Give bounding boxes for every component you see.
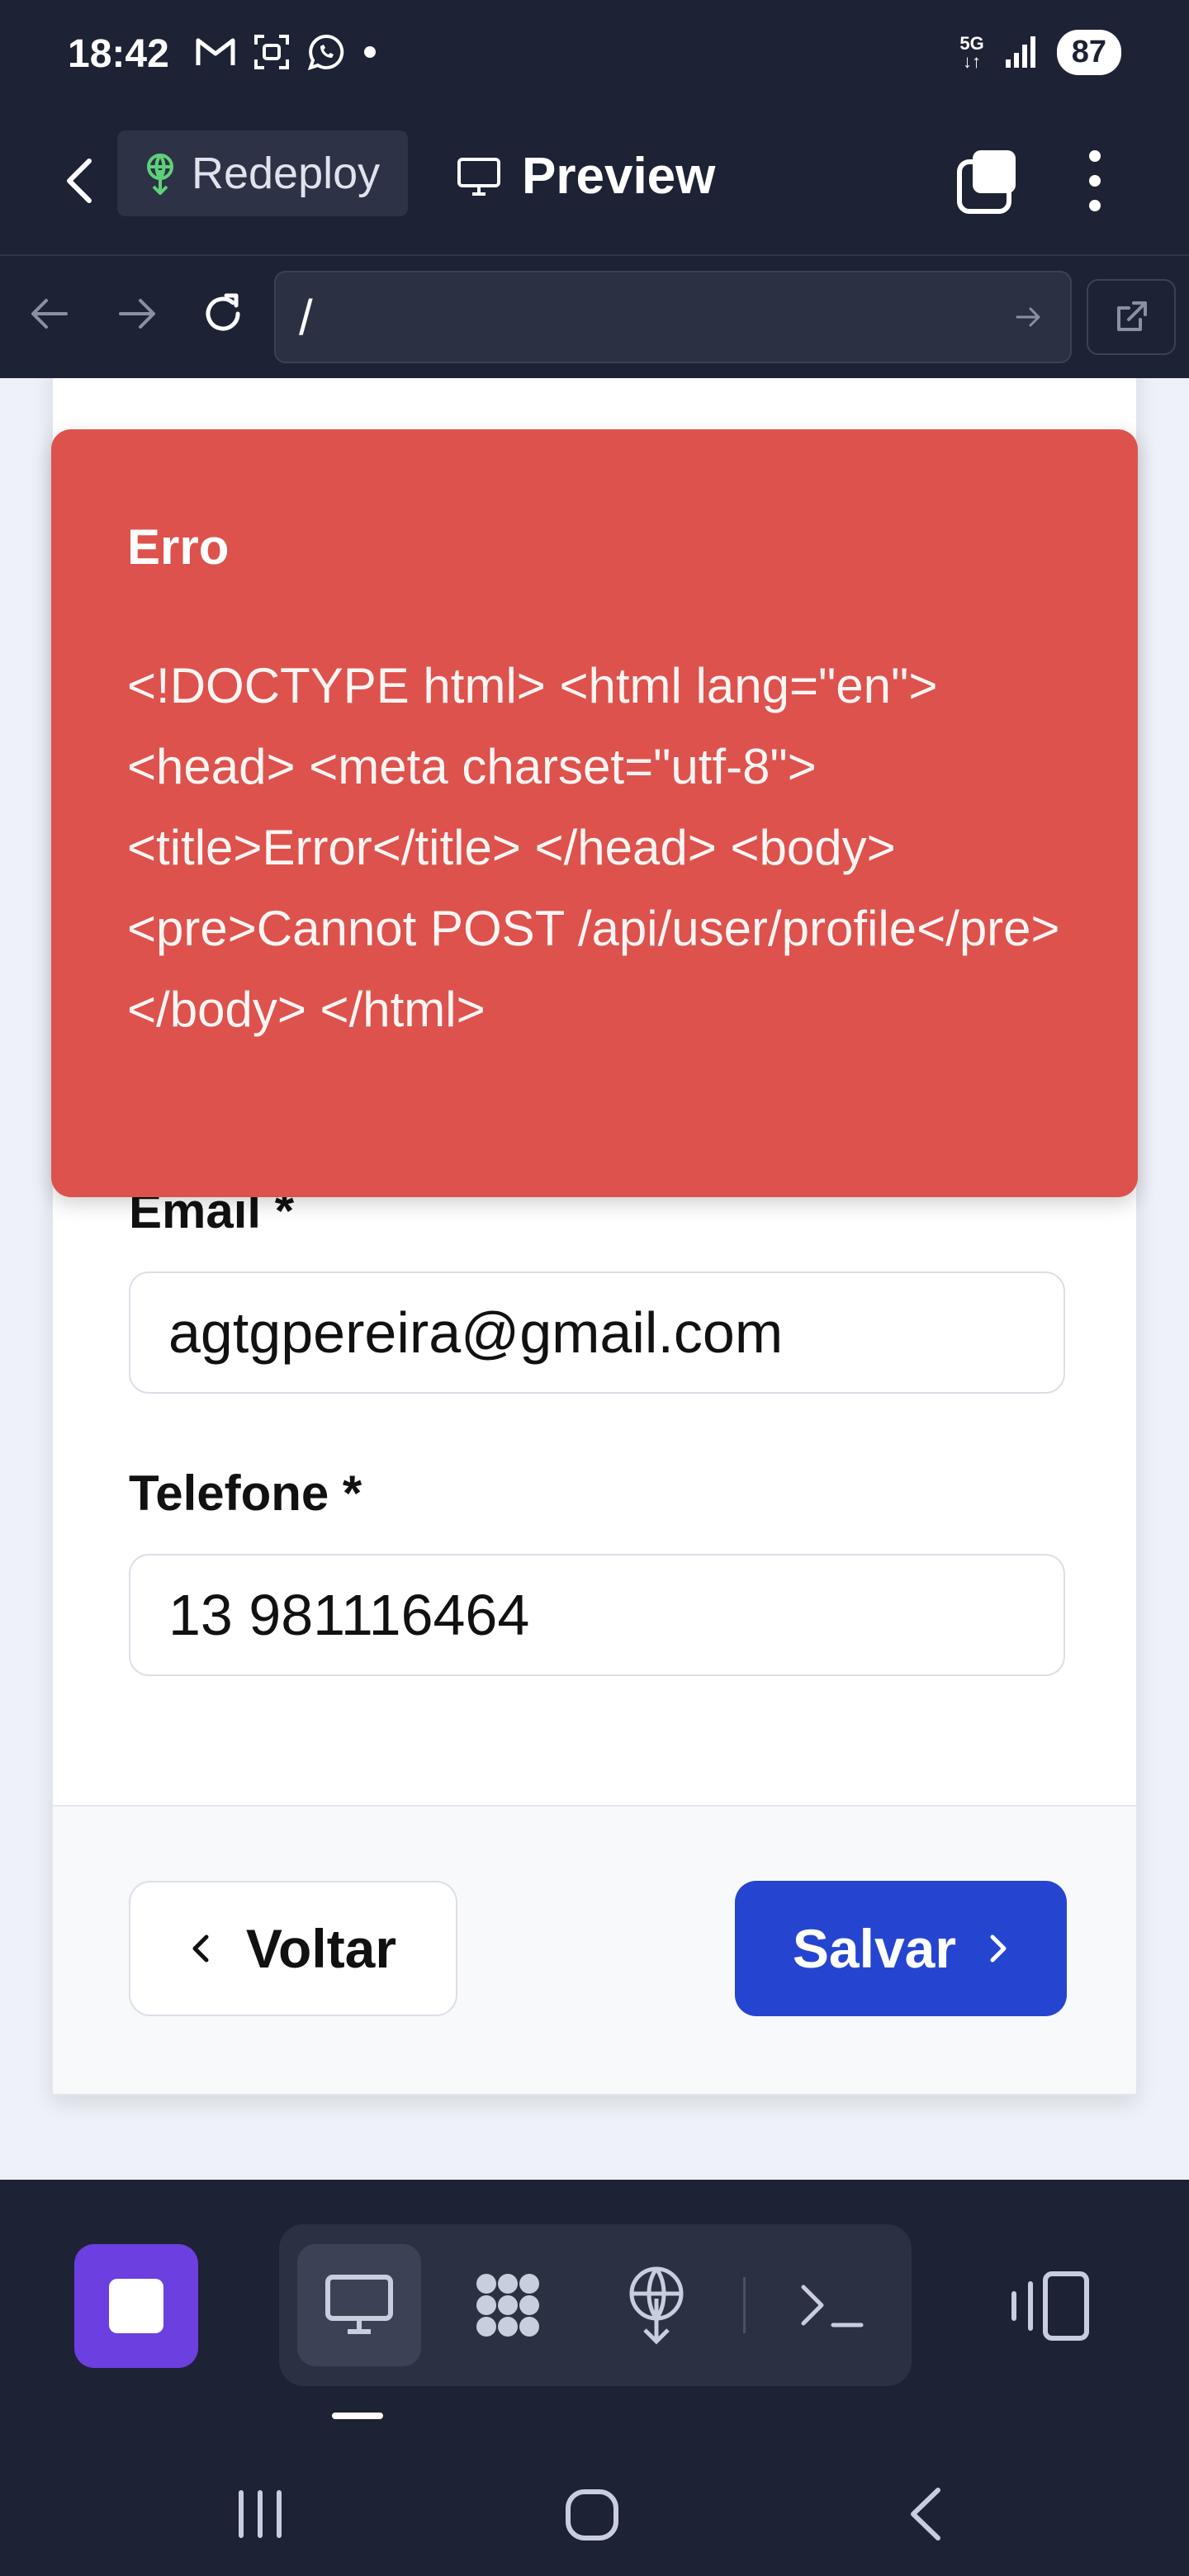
tab-deployments[interactable] — [594, 2244, 718, 2366]
status-bar: 18:42 5G ↓↑ 87 — [0, 0, 1189, 111]
recent-apps-icon — [239, 2490, 282, 2538]
5g-icon: 5G ↓↑ — [959, 32, 984, 72]
chevron-left-icon — [192, 1934, 209, 1963]
go-arrow-icon[interactable] — [1012, 301, 1045, 334]
phone-field[interactable]: 13 981116464 — [129, 1554, 1065, 1676]
devices-icon — [1011, 2271, 1089, 2341]
external-link-icon — [1117, 301, 1147, 331]
whatsapp-icon — [307, 34, 344, 71]
page-title: Preview — [456, 147, 715, 206]
cluster-icon — [476, 2274, 539, 2337]
devices-button[interactable] — [1004, 2269, 1095, 2343]
bottom-toolbar — [0, 2180, 1189, 2444]
monitor-icon — [457, 157, 500, 196]
open-external-button[interactable] — [1087, 279, 1176, 355]
network-type: 5G — [959, 32, 984, 54]
battery-icon: 87 — [1056, 30, 1121, 75]
home-button[interactable] — [555, 2477, 629, 2551]
tabs-icon — [957, 150, 1016, 214]
page-title-text: Preview — [522, 148, 716, 205]
redeploy-button[interactable]: Redeploy — [117, 130, 408, 216]
chevron-right-icon — [990, 1934, 1007, 1963]
gmail-icon — [196, 38, 235, 65]
stop-icon — [109, 2279, 163, 2333]
tab-preview[interactable] — [297, 2244, 421, 2366]
kebab-dot — [1089, 175, 1101, 187]
active-tab-indicator — [332, 2413, 383, 2419]
status-time: 18:42 — [68, 32, 169, 76]
kebab-dot — [1089, 200, 1101, 211]
notification-icons — [195, 33, 378, 71]
form-footer: Voltar Salvar — [53, 1805, 1136, 2094]
chevron-left-icon — [67, 159, 92, 203]
error-title: Erro — [127, 519, 230, 575]
system-back-button[interactable] — [888, 2477, 963, 2551]
preview-content: Email * agtgpereira@gmail.com Telefone *… — [0, 378, 1189, 2180]
arrow-right-icon[interactable] — [112, 289, 162, 339]
deploy-icon — [629, 2266, 684, 2345]
url-bar: / — [0, 254, 1189, 378]
system-status-icons: 5G ↓↑ 87 — [959, 30, 1121, 75]
refresh-icon[interactable] — [198, 289, 248, 339]
screenshot-icon — [254, 35, 289, 69]
url-text: / — [299, 289, 313, 345]
back-form-label: Voltar — [245, 1918, 397, 1979]
tool-tabs — [279, 2224, 912, 2386]
url-input[interactable]: / — [274, 271, 1072, 363]
tabs-button[interactable] — [955, 144, 1021, 218]
tool-divider — [743, 2277, 746, 2333]
arrow-left-icon[interactable] — [25, 289, 74, 339]
back-form-button[interactable]: Voltar — [129, 1881, 457, 2016]
monitor-icon — [325, 2275, 393, 2334]
error-message: <!DOCTYPE html> <html lang="en"> <head> … — [127, 658, 1060, 1037]
stop-button[interactable] — [74, 2244, 198, 2368]
email-field[interactable]: agtgpereira@gmail.com — [129, 1271, 1065, 1394]
home-icon — [566, 2489, 618, 2540]
signal-icon — [1005, 36, 1035, 68]
tab-packages[interactable] — [446, 2244, 570, 2366]
notification-dot-icon — [364, 46, 376, 58]
redeploy-label: Redeploy — [192, 149, 381, 198]
system-navigation-bar — [0, 2444, 1189, 2576]
tab-console[interactable] — [770, 2244, 893, 2366]
phone-label: Telefone * — [129, 1466, 362, 1521]
save-button[interactable]: Salvar — [735, 1881, 1067, 2016]
error-toast: Erro <!DOCTYPE html> <html lang="en"> <h… — [51, 429, 1138, 1197]
more-options-button[interactable] — [1078, 144, 1111, 218]
deploy-icon — [147, 154, 173, 195]
kebab-dot — [1089, 150, 1101, 162]
terminal-icon — [801, 2285, 864, 2327]
recent-apps-button[interactable] — [223, 2477, 297, 2551]
back-arrow-icon — [911, 2488, 940, 2540]
back-button[interactable] — [54, 144, 104, 218]
app-header: Redeploy Preview — [0, 111, 1189, 254]
save-label: Salvar — [792, 1918, 957, 1979]
